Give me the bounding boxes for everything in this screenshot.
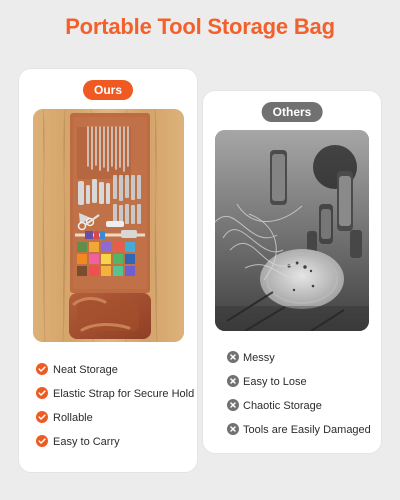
page-title: Portable Tool Storage Bag <box>65 14 335 39</box>
tool-bag-photo <box>33 109 184 342</box>
feature-label: Neat Storage <box>53 364 118 376</box>
drawback-item: Tools are Easily Damaged <box>203 421 381 439</box>
check-circle-icon <box>36 363 48 375</box>
drawback-label: Chaotic Storage <box>243 400 322 412</box>
ours-card: Ours Neat Storage Elastic Strap for Secu… <box>19 69 197 472</box>
others-badge: Others <box>261 102 323 122</box>
feature-label: Rollable <box>53 412 93 424</box>
check-circle-icon <box>36 387 48 399</box>
ours-badge: Ours <box>82 80 134 100</box>
check-circle-icon <box>36 411 48 423</box>
feature-item: Rollable <box>19 409 197 427</box>
drawback-label: Easy to Lose <box>243 376 307 388</box>
feature-item: Neat Storage <box>19 361 197 379</box>
drawback-item: Chaotic Storage <box>203 397 381 415</box>
feature-item: Easy to Carry <box>19 433 197 451</box>
x-circle-icon <box>227 375 239 387</box>
feature-label: Elastic Strap for Secure Hold <box>53 388 195 400</box>
feature-label: Easy to Carry <box>53 436 120 448</box>
drawback-label: Messy <box>243 352 275 364</box>
messy-tools-photo <box>215 130 369 331</box>
drawback-item: Messy <box>203 349 381 367</box>
feature-item: Elastic Strap for Secure Hold <box>19 385 197 403</box>
x-circle-icon <box>227 399 239 411</box>
x-circle-icon <box>227 351 239 363</box>
check-circle-icon <box>36 435 48 447</box>
x-circle-icon <box>227 423 239 435</box>
drawback-item: Easy to Lose <box>203 373 381 391</box>
others-card: Others Messy Easy to Lose Chaotic Storag… <box>203 91 381 453</box>
drawback-label: Tools are Easily Damaged <box>243 424 371 436</box>
